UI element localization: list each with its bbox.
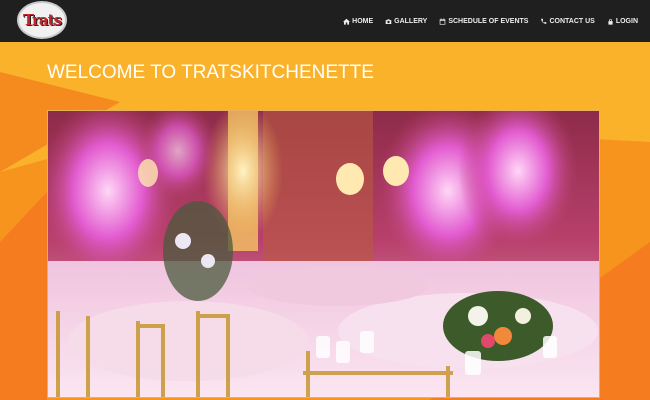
page-title: WELCOME TO TRATSKITCHENETTE (47, 62, 374, 83)
nav-schedule-label: SCHEDULE OF EVENTS (448, 17, 529, 25)
site-logo[interactable]: Trats (17, 1, 67, 39)
lock-icon (608, 18, 613, 25)
nav-contact[interactable]: CONTACT US (540, 17, 595, 25)
top-navbar: Trats HOME GALLERY SCHEDULE OF EVENTS CO… (0, 0, 650, 42)
phone-icon (541, 18, 547, 24)
nav-home[interactable]: HOME (343, 18, 373, 25)
camera-icon (385, 18, 392, 24)
calendar-icon (440, 17, 446, 25)
nav-schedule[interactable]: SCHEDULE OF EVENTS (439, 18, 528, 25)
hero-image (47, 110, 600, 398)
nav-contact-label: CONTACT US (549, 17, 595, 25)
nav-login-label: LOGIN (615, 17, 638, 25)
logo-text: Trats (22, 11, 62, 29)
home-icon (343, 18, 351, 25)
nav-home-label: HOME (352, 17, 374, 25)
nav-login[interactable]: LOGIN (607, 18, 638, 25)
banquet-hall-photo (48, 111, 599, 397)
nav-gallery[interactable]: GALLERY (385, 18, 427, 25)
nav-gallery-label: GALLERY (394, 17, 428, 25)
main-nav: HOME GALLERY SCHEDULE OF EVENTS CONTACT … (331, 0, 638, 42)
